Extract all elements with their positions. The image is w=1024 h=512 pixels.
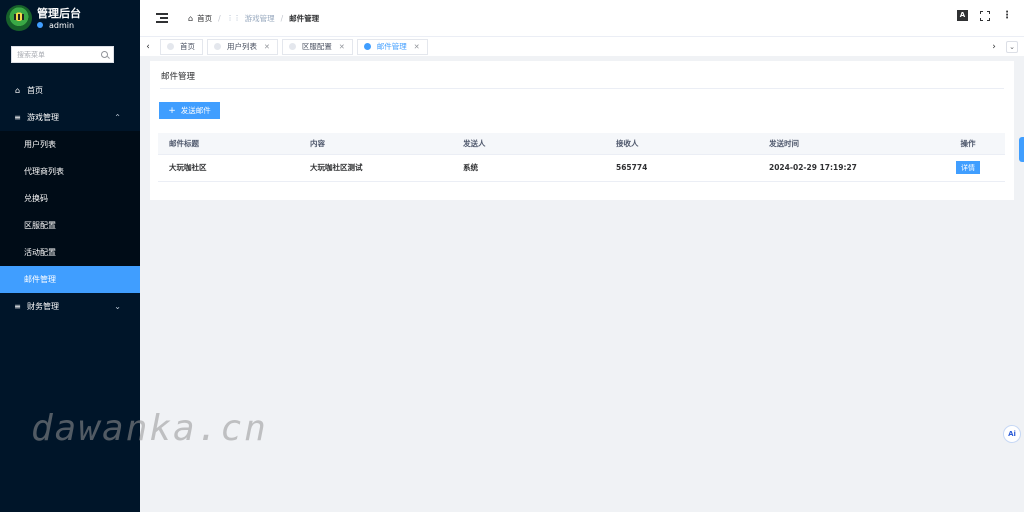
- tab-dot-icon: [167, 43, 174, 50]
- list-icon: ≡: [14, 113, 21, 122]
- cell-sender: 系统: [452, 154, 605, 182]
- sidebar-item-label: 游戏管理: [27, 113, 59, 122]
- menu-search: [11, 46, 114, 63]
- tab-label: 首页: [180, 42, 195, 51]
- home-icon: ⌂: [188, 13, 194, 23]
- close-icon[interactable]: ✕: [339, 43, 345, 51]
- tags-view: ‹ 首页 用户列表 ✕ 区服配置 ✕ 邮件管理 ✕ › ⌄: [140, 36, 1024, 56]
- close-icon[interactable]: ✕: [414, 43, 420, 51]
- chevron-right-icon[interactable]: ›: [986, 42, 1002, 52]
- breadcrumb-separator: /: [280, 13, 284, 23]
- tab-dot-icon: [363, 43, 371, 50]
- breadcrumb-item-game: 游戏管理: [244, 13, 275, 23]
- column-header-time: 发送时间: [758, 133, 931, 155]
- sidebar-item-game-management[interactable]: ≡ 游戏管理 ⌃: [0, 104, 140, 131]
- settings-drawer-handle[interactable]: [1019, 137, 1024, 162]
- tab-user-list[interactable]: 用户列表 ✕: [207, 38, 278, 55]
- sidebar-item-label: 区服配置: [24, 221, 56, 230]
- breadcrumb-separator: /: [218, 13, 221, 23]
- header-actions: A ⋮: [957, 10, 1012, 21]
- divider: [160, 88, 1004, 89]
- search-icon[interactable]: [101, 51, 108, 58]
- breadcrumb-item-home[interactable]: 首页: [197, 13, 212, 24]
- chevron-down-icon: ⌄: [114, 302, 121, 311]
- username: admin: [49, 20, 75, 30]
- sidebar-item-label: 用户列表: [24, 140, 56, 149]
- sidebar-item-agent-list[interactable]: 代理商列表: [0, 158, 140, 185]
- sidebar-item-label: 兑换码: [24, 194, 48, 203]
- sidebar-item-user-list[interactable]: 用户列表: [0, 131, 140, 158]
- breadcrumb-item-current: 邮件管理: [289, 13, 320, 23]
- column-header-sender: 发送人: [452, 133, 605, 155]
- tab-label: 用户列表: [227, 42, 257, 51]
- side-menu: ⌂ 首页 ≡ 游戏管理 ⌃ 用户列表 代理商列表 兑换码 区服配置 活动配置 邮…: [0, 77, 140, 320]
- grid-icon: ⋮⋮: [226, 14, 241, 22]
- sidebar-item-mail-management[interactable]: 邮件管理: [0, 266, 140, 293]
- page-title: 邮件管理: [161, 72, 196, 82]
- sidebar-item-label: 邮件管理: [24, 275, 56, 284]
- home-icon: ⌂: [14, 86, 21, 95]
- send-mail-label: 发送邮件: [180, 106, 211, 115]
- breadcrumb: ⌂ 首页 / ⋮⋮ 游戏管理 / 邮件管理: [188, 13, 319, 24]
- column-header-action: 操作: [931, 133, 1005, 155]
- chevron-down-icon[interactable]: ⌄: [1006, 40, 1018, 53]
- sidebar-item-label: 财务管理: [27, 302, 59, 311]
- brand: 管理后台 admin: [0, 0, 140, 36]
- cell-action: 详情: [931, 154, 1005, 182]
- table-row: 大玩咖社区 大玩咖社区测试 系统 565774 2024-02-29 17:19…: [158, 154, 1005, 182]
- menu-search-input[interactable]: [17, 50, 97, 59]
- column-header-title: 邮件标题: [158, 133, 299, 155]
- close-icon[interactable]: ✕: [264, 43, 270, 51]
- column-header-content: 内容: [299, 133, 452, 155]
- top-header: ⌂ 首页 / ⋮⋮ 游戏管理 / 邮件管理 A ⋮: [140, 0, 1024, 36]
- logo-icon: [6, 5, 32, 31]
- tab-dot-icon: [288, 43, 296, 50]
- sidebar-item-home[interactable]: ⌂ 首页: [0, 77, 140, 104]
- chevron-up-icon: ⌃: [114, 113, 121, 122]
- mail-table: 邮件标题 内容 发送人 接收人 发送时间 操作 大玩咖社区 大玩咖社区测试 系统…: [158, 133, 1005, 182]
- column-header-receiver: 接收人: [605, 133, 758, 155]
- tab-dot-icon: [214, 43, 221, 50]
- cell-receiver: 565774: [605, 154, 758, 182]
- watermark: dawanka.cn: [31, 408, 268, 449]
- ai-assistant-icon[interactable]: Ai: [1003, 425, 1021, 443]
- tab-label: 邮件管理: [376, 42, 407, 51]
- list-icon: ≡: [14, 302, 21, 311]
- chevron-left-icon[interactable]: ‹: [140, 42, 156, 52]
- tab-label: 区服配置: [301, 42, 332, 51]
- cell-content: 大玩咖社区测试: [299, 154, 452, 182]
- table-header-row: 邮件标题 内容 发送人 接收人 发送时间 操作: [158, 133, 1005, 155]
- tab-home[interactable]: 首页: [160, 38, 203, 55]
- sidebar-item-label: 首页: [27, 86, 43, 95]
- submenu-game-management: 用户列表 代理商列表 兑换码 区服配置 活动配置 邮件管理: [0, 131, 140, 293]
- font-size-icon[interactable]: A: [957, 10, 968, 21]
- more-icon[interactable]: ⋮: [1002, 10, 1012, 21]
- fullscreen-icon[interactable]: [980, 10, 990, 21]
- mail-management-card: 邮件管理 + 发送邮件 邮件标题 内容 发送人 接收人 发送时间 操作 大玩咖社…: [150, 61, 1014, 200]
- current-user[interactable]: admin: [37, 21, 81, 30]
- sidebar-item-activity-config[interactable]: 活动配置: [0, 239, 140, 266]
- app-title: 管理后台: [37, 6, 81, 20]
- detail-button[interactable]: 详情: [956, 161, 980, 174]
- sidebar-item-redeem-code[interactable]: 兑换码: [0, 185, 140, 212]
- cell-title: 大玩咖社区: [158, 154, 299, 182]
- plus-icon: +: [168, 105, 176, 116]
- sidebar-item-label: 活动配置: [24, 248, 56, 257]
- cell-time: 2024-02-29 17:19:27: [758, 154, 931, 182]
- sidebar-item-label: 代理商列表: [24, 167, 64, 176]
- collapse-menu-icon[interactable]: [156, 13, 168, 23]
- online-status-icon: [37, 22, 43, 28]
- tab-mail-management[interactable]: 邮件管理 ✕: [356, 38, 428, 55]
- sidebar-item-server-config[interactable]: 区服配置: [0, 212, 140, 239]
- sidebar-item-finance-management[interactable]: ≡ 财务管理 ⌄: [0, 293, 140, 320]
- send-mail-button[interactable]: + 发送邮件: [159, 102, 220, 119]
- tab-server-config[interactable]: 区服配置 ✕: [281, 38, 353, 55]
